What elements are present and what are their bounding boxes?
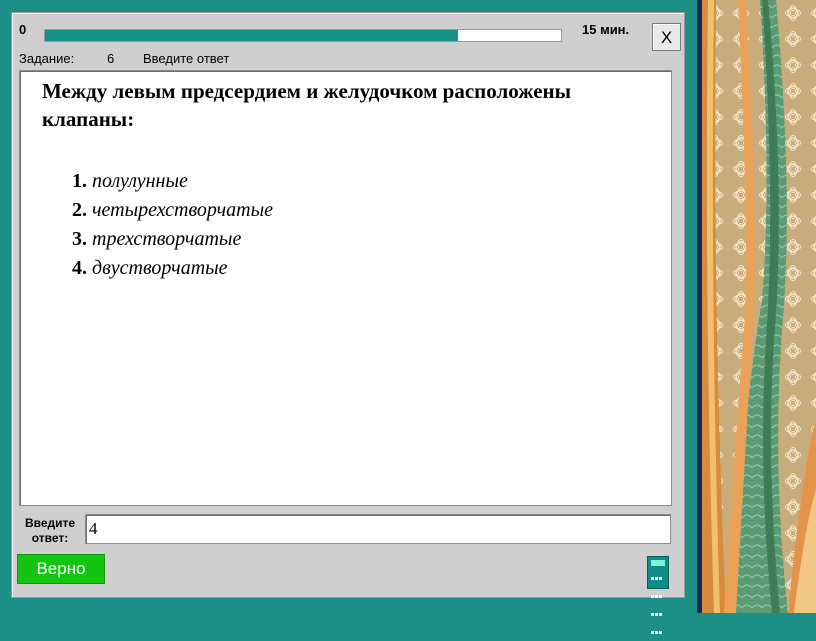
result-badge: Верно <box>17 554 105 584</box>
option-text: двустворчатые <box>92 257 228 279</box>
option-item: 2. четырехстворчатые <box>72 196 273 225</box>
task-number: 6 <box>107 51 115 66</box>
calculator-icon[interactable] <box>647 556 669 634</box>
task-label: Задание: <box>19 51 75 66</box>
progress-start-label: 0 <box>19 22 27 37</box>
option-text: полулунные <box>92 170 188 192</box>
answer-label: Введите ответ: <box>21 516 79 546</box>
time-progress-fill <box>45 30 458 41</box>
option-text: четырехстворчатые <box>92 199 274 221</box>
answer-label-line1: Введите <box>24 516 76 530</box>
question-panel: Между левым предсердием и желудочком рас… <box>19 70 672 506</box>
question-text: Между левым предсердием и желудочком рас… <box>42 79 572 131</box>
option-item: 3. трехстворчатые <box>72 225 273 254</box>
option-number: 2. <box>72 199 87 221</box>
time-progress-bar <box>44 29 562 42</box>
option-item: 1. полулунные <box>72 167 273 196</box>
calculator-keys <box>651 569 665 641</box>
test-window: 0 15 мин. X Задание: 6 Введите ответ Меж… <box>11 12 685 634</box>
option-text: трехстворчатые <box>92 228 242 250</box>
answer-label-line2: ответ: <box>31 531 69 545</box>
option-number: 4. <box>72 257 87 279</box>
option-number: 1. <box>72 170 87 192</box>
time-left: 15 мин. <box>582 22 630 37</box>
answer-input[interactable] <box>85 514 671 544</box>
decorative-background <box>702 0 816 613</box>
options-list: 1. полулунные 2. четырехстворчатые 3. тр… <box>72 167 273 283</box>
outer-frame: 0 15 мин. X Задание: 6 Введите ответ Меж… <box>0 0 697 634</box>
calculator-screen <box>651 560 665 566</box>
option-number: 3. <box>72 228 87 250</box>
task-instruction: Введите ответ <box>143 51 230 66</box>
close-icon: X <box>660 27 673 47</box>
close-button[interactable]: X <box>652 23 681 51</box>
option-item: 4. двустворчатые <box>72 254 273 283</box>
